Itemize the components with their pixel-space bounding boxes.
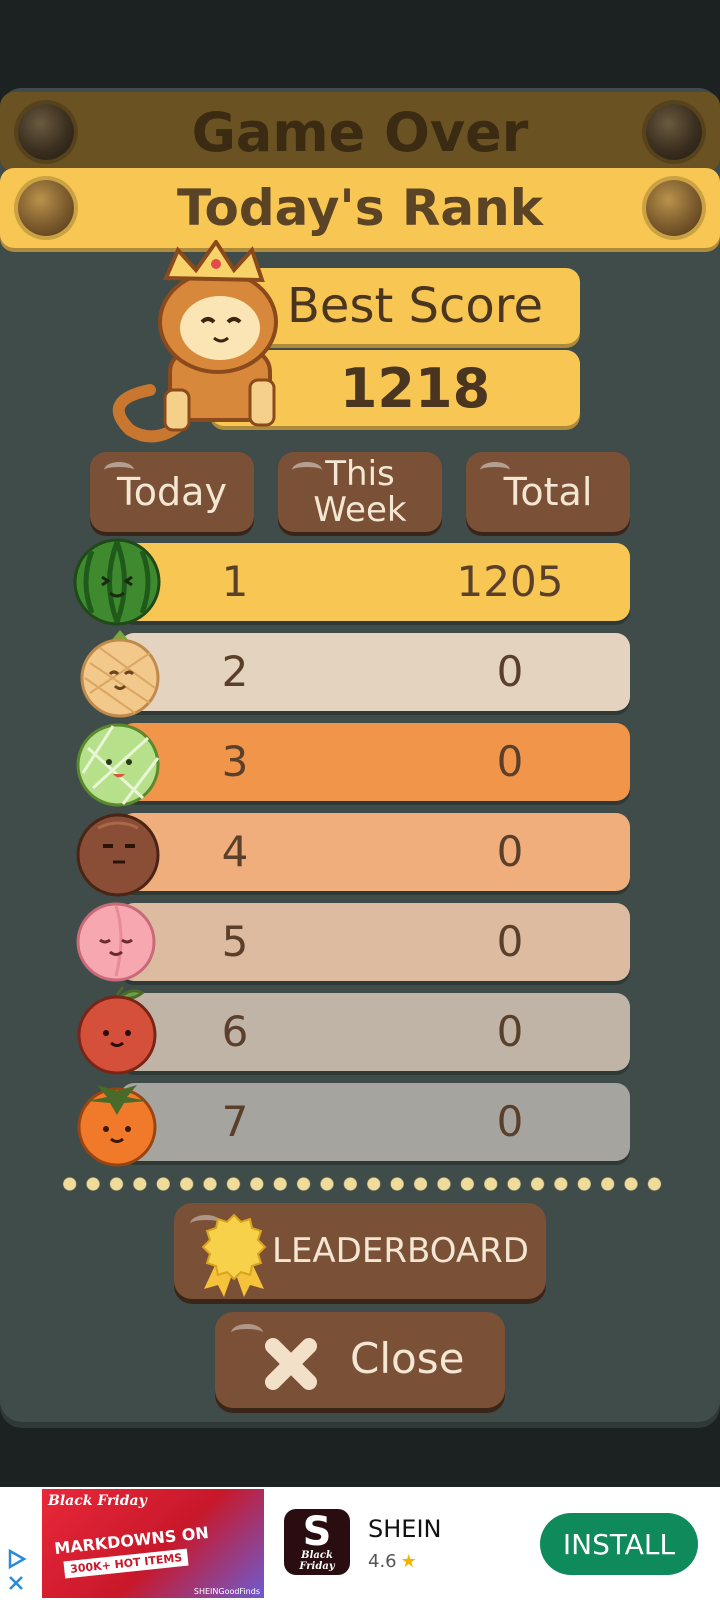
award-ribbon-icon [201,1213,267,1297]
rank-row: 1 1205 [120,543,630,621]
persimmon-icon [77,1085,157,1167]
rank-row: 5 0 [120,903,630,981]
close-button[interactable]: Close [215,1312,505,1408]
leaderboard-button[interactable]: LEADERBOARD [174,1203,546,1299]
close-label: Close [350,1334,465,1383]
game-over-title: Game Over [191,100,529,164]
ad-banner[interactable]: Black Friday MARKDOWNS ON 300K+ HOT ITEM… [0,1487,720,1600]
apple-icon [77,986,157,1075]
install-label: INSTALL [562,1527,676,1561]
button-shine [231,1324,263,1342]
button-shine [292,462,322,478]
rank-period-tabs: Today This Week Total [0,452,720,532]
shein-app-logo[interactable]: S Black Friday [284,1509,350,1575]
todays-rank-banner: Today's Rank [0,168,720,248]
tab-today[interactable]: Today [90,452,254,532]
melon-icon [76,723,160,807]
monkey-king-mascot-icon [112,240,278,443]
rank-score: 0 [496,737,524,786]
rank-row: 7 0 [120,1083,630,1161]
rivet-icon [646,180,702,236]
rank-score: 0 [496,1007,524,1056]
close-icon [265,1338,317,1390]
peach-icon [76,902,156,982]
rivet-icon [18,104,74,160]
watermelon-icon [73,538,161,626]
leaderboard-label: LEADERBOARD [272,1231,529,1271]
todays-rank-title: Today's Rank [177,179,543,237]
ad-image-title: Black Friday [48,1493,147,1509]
rank-number: 7 [221,1097,249,1146]
tab-today-label: Today [117,470,227,514]
ad-image-tag: SHEINGoodFinds [193,1587,260,1596]
tab-total[interactable]: Total [466,452,630,532]
rank-score: 0 [496,917,524,966]
rank-number: 5 [221,917,249,966]
rank-row: 6 0 [120,993,630,1071]
rank-score: 0 [496,1097,524,1146]
coconut-icon [76,813,160,897]
pineapple-icon [80,630,160,718]
install-button[interactable]: INSTALL [540,1513,698,1575]
ad-logo-caption: Black Friday [299,1550,335,1572]
rank-number: 1 [221,557,249,606]
rank-number: 4 [221,827,249,876]
rank-number: 3 [221,737,249,786]
tab-total-label: Total [503,470,593,514]
ad-app-name[interactable]: SHEIN [368,1515,441,1543]
tab-this-week-label: This Week [313,454,407,530]
star-icon: ★ [400,1551,417,1572]
rank-row: 4 0 [120,813,630,891]
rank-score: 0 [496,647,524,696]
rank-number: 6 [221,1007,249,1056]
rank-row: 2 0 [120,633,630,711]
button-shine [480,462,510,478]
ad-rating: 4.6 ★ [368,1551,417,1572]
best-score-value-text: 1218 [339,356,491,420]
rank-score: 1205 [456,557,564,606]
game-over-banner: Game Over [0,92,720,172]
best-score-label-text: Best Score [287,278,543,334]
rivet-icon [18,180,74,236]
rank-score: 0 [496,827,524,876]
button-shine [104,462,134,478]
ad-choices-icon[interactable] [4,1545,28,1595]
rank-number: 2 [221,647,249,696]
rank-row: 3 0 [120,723,630,801]
ad-logo-letter: S [302,1509,332,1555]
dotted-divider [58,1177,668,1191]
rivet-icon [646,104,702,160]
ad-rating-value: 4.6 [368,1551,397,1572]
ad-image[interactable]: Black Friday MARKDOWNS ON 300K+ HOT ITEM… [42,1489,264,1598]
tab-this-week[interactable]: This Week [278,452,442,532]
